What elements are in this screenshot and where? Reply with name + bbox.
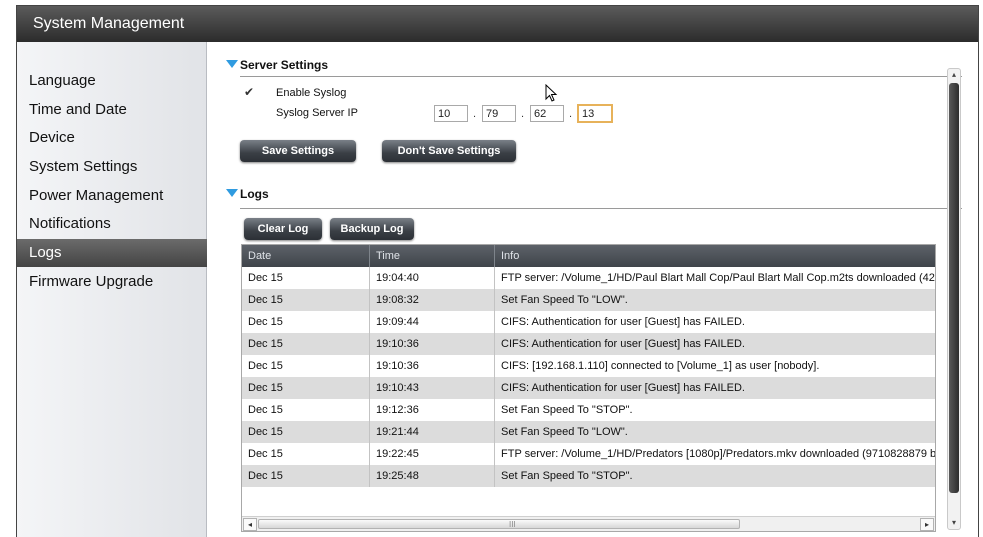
ip-octet-1-input[interactable] xyxy=(434,105,468,122)
cell-date: Dec 15 xyxy=(242,289,370,311)
logs-header[interactable]: Logs xyxy=(226,187,269,201)
cell-time: 19:22:45 xyxy=(370,443,495,465)
cell-info: CIFS: Authentication for user [Guest] ha… xyxy=(501,338,745,350)
column-header-date[interactable]: Date xyxy=(242,245,370,267)
enable-syslog-checkbox[interactable]: ✔ xyxy=(244,85,254,99)
sidebar-item-power-management[interactable]: Power Management xyxy=(17,182,207,210)
column-header-time[interactable]: Time xyxy=(370,245,495,267)
cell-date: Dec 15 xyxy=(242,421,370,443)
ip-dot: . xyxy=(569,108,573,120)
table-row[interactable]: Dec 15 19:04:40 FTP server: /Volume_1/HD/P… xyxy=(242,267,935,289)
ip-octet-4-input[interactable] xyxy=(577,104,613,123)
scroll-grip: III xyxy=(509,520,516,529)
ip-dot: . xyxy=(473,108,477,120)
server-settings-header[interactable]: Server Settings xyxy=(226,58,328,72)
divider xyxy=(240,76,962,77)
table-row[interactable]: Dec 15 19:12:36 Set Fan Speed To "STOP". xyxy=(242,399,935,421)
cell-date: Dec 15 xyxy=(242,311,370,333)
cell-date: Dec 15 xyxy=(242,399,370,421)
main-content: Server Settings ✔ Enable Syslog Syslog S… xyxy=(208,42,978,537)
cell-time: 19:12:36 xyxy=(370,399,495,421)
cell-date: Dec 15 xyxy=(242,267,370,289)
window-title: System Management xyxy=(17,6,978,42)
log-table: Date Time Info Dec 15 19:04:40 FTP server:… xyxy=(241,244,936,532)
table-row[interactable]: Dec 15 19:22:45 FTP server: /Volume_1/HD/P… xyxy=(242,443,935,465)
cell-time: 19:08:32 xyxy=(370,289,495,311)
sidebar-item-language[interactable]: Language xyxy=(17,67,207,95)
scroll-down-icon[interactable]: ▾ xyxy=(948,517,960,529)
cell-date: Dec 15 xyxy=(242,333,370,355)
cell-date: Dec 15 xyxy=(242,377,370,399)
sidebar: Language Time and Date Device System Set… xyxy=(17,42,207,537)
server-settings-title: Server Settings xyxy=(240,58,329,72)
vertical-scrollbar[interactable]: ▴ ▾ xyxy=(947,68,961,530)
cell-date: Dec 15 xyxy=(242,443,370,465)
ip-dot: . xyxy=(521,108,525,120)
table-row[interactable]: Dec 15 19:25:48 Set Fan Speed To "STOP". xyxy=(242,465,935,487)
ip-octet-2-input[interactable] xyxy=(482,105,516,122)
scroll-thumb[interactable]: III xyxy=(258,519,740,529)
cell-info: Set Fan Speed To "LOW". xyxy=(501,294,628,306)
sidebar-item-system-settings[interactable]: System Settings xyxy=(17,153,207,181)
cell-info: CIFS: Authentication for user [Guest] ha… xyxy=(501,316,745,328)
cell-time: 19:09:44 xyxy=(370,311,495,333)
cell-info: FTP server: /Volume_1/HD/Paul Blart Mall… xyxy=(501,272,936,284)
cell-info: CIFS: [192.168.1.110] connected to [Volu… xyxy=(501,360,820,372)
table-row[interactable]: Dec 15 19:10:36 CIFS: Authentication for u… xyxy=(242,333,935,355)
app-window: System Management Language Time and Date… xyxy=(16,5,979,537)
table-row[interactable]: Dec 15 19:10:43 CIFS: Authentication for u… xyxy=(242,377,935,399)
backup-log-button[interactable]: Backup Log xyxy=(330,218,414,240)
table-row[interactable]: Dec 15 19:21:44 Set Fan Speed To "LOW". xyxy=(242,421,935,443)
cell-info: CIFS: Authentication for user [Guest] ha… xyxy=(501,382,745,394)
cell-date: Dec 15 xyxy=(242,465,370,487)
table-row[interactable]: Dec 15 19:08:32 Set Fan Speed To "LOW". xyxy=(242,289,935,311)
cell-time: 19:10:36 xyxy=(370,355,495,377)
cell-time: 19:10:36 xyxy=(370,333,495,355)
table-row[interactable]: Dec 15 19:09:44 CIFS: Authentication for u… xyxy=(242,311,935,333)
table-row[interactable]: Dec 15 19:10:36 CIFS: [192.168.1.110] conn… xyxy=(242,355,935,377)
cell-info: FTP server: /Volume_1/HD/Predators [1080… xyxy=(501,448,936,460)
save-settings-button[interactable]: Save Settings xyxy=(240,140,356,162)
table-header: Date Time Info xyxy=(242,245,935,267)
clear-log-button[interactable]: Clear Log xyxy=(244,218,322,240)
scroll-thumb[interactable] xyxy=(949,83,959,493)
cell-date: Dec 15 xyxy=(242,355,370,377)
divider xyxy=(240,208,962,209)
cell-info: Set Fan Speed To "STOP". xyxy=(501,470,633,482)
scroll-left-icon[interactable]: ◂ xyxy=(243,518,257,531)
horizontal-scrollbar[interactable]: ◂ III ▸ xyxy=(242,516,935,531)
cell-time: 19:04:40 xyxy=(370,267,495,289)
sidebar-item-logs[interactable]: Logs xyxy=(17,239,207,267)
cell-info: Set Fan Speed To "LOW". xyxy=(501,426,628,438)
enable-syslog-label: Enable Syslog xyxy=(276,87,347,99)
scroll-right-icon[interactable]: ▸ xyxy=(920,518,934,531)
scroll-up-icon[interactable]: ▴ xyxy=(948,69,960,81)
sidebar-item-time-and-date[interactable]: Time and Date xyxy=(17,96,207,124)
logs-title: Logs xyxy=(240,187,269,201)
column-header-info[interactable]: Info xyxy=(495,245,935,267)
mouse-pointer-icon xyxy=(545,84,558,102)
sidebar-item-notifications[interactable]: Notifications xyxy=(17,210,207,238)
sidebar-item-device[interactable]: Device xyxy=(17,124,207,152)
expand-triangle-icon xyxy=(226,60,238,68)
cell-time: 19:10:43 xyxy=(370,377,495,399)
ip-octet-3-input[interactable] xyxy=(530,105,564,122)
cell-time: 19:25:48 xyxy=(370,465,495,487)
syslog-server-ip-label: Syslog Server IP xyxy=(276,107,358,119)
cell-info: Set Fan Speed To "STOP". xyxy=(501,404,633,416)
sidebar-item-firmware-upgrade[interactable]: Firmware Upgrade xyxy=(17,268,207,296)
dont-save-settings-button[interactable]: Don't Save Settings xyxy=(382,140,516,162)
expand-triangle-icon xyxy=(226,189,238,197)
cell-time: 19:21:44 xyxy=(370,421,495,443)
